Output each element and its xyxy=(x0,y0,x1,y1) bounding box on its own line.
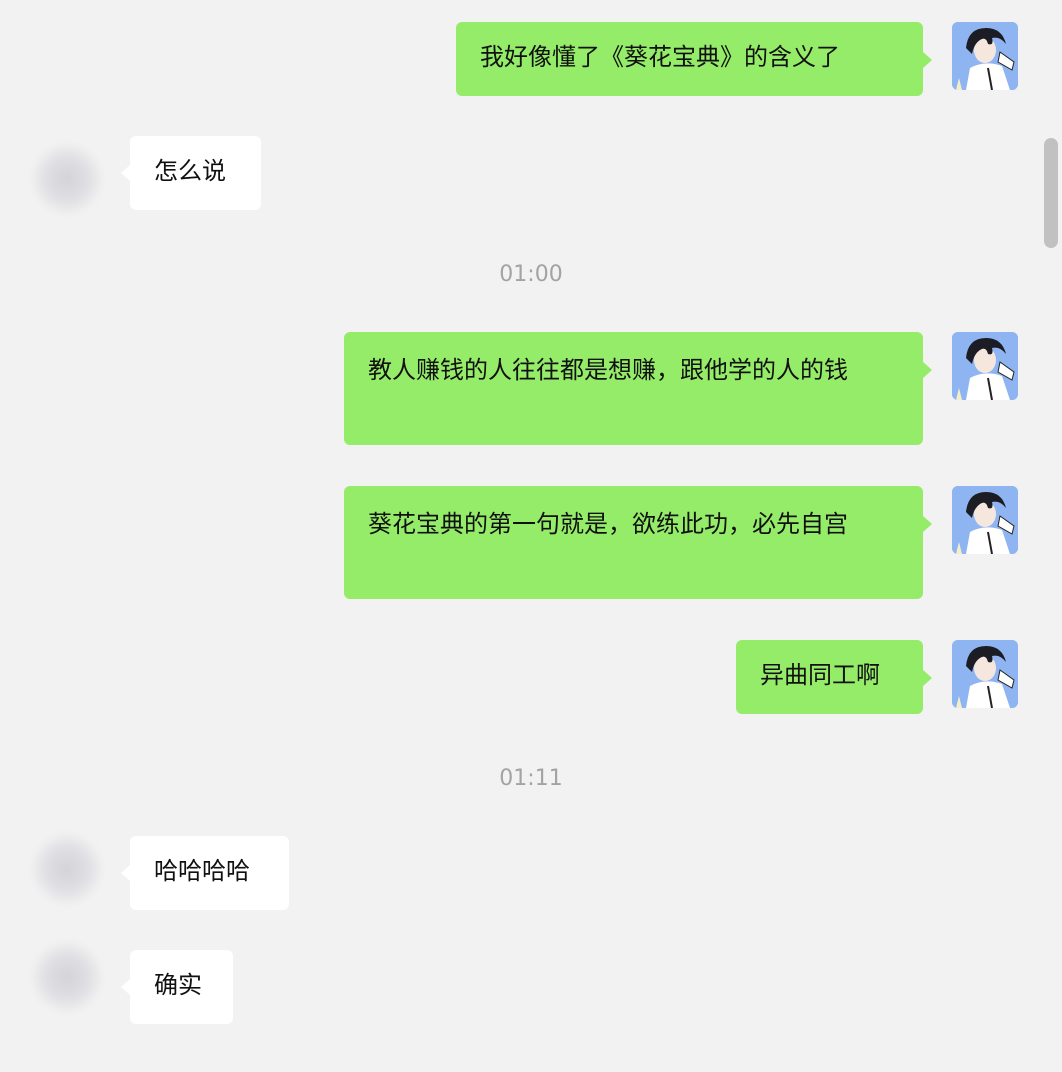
self-avatar[interactable] xyxy=(952,332,1018,400)
anime-boy-avatar-icon xyxy=(952,486,1018,554)
timestamp: 01:11 xyxy=(499,766,563,791)
timestamp: 01:00 xyxy=(499,262,563,287)
contact-avatar[interactable] xyxy=(32,942,102,1012)
vertical-scrollbar[interactable] xyxy=(1044,138,1058,248)
outgoing-message-bubble[interactable]: 教人赚钱的人往往都是想赚，跟他学的人的钱 xyxy=(344,332,932,445)
anime-boy-avatar-icon xyxy=(952,22,1018,90)
self-avatar[interactable] xyxy=(952,22,1018,90)
self-avatar[interactable] xyxy=(952,640,1018,708)
message-text: 教人赚钱的人往往都是想赚，跟他学的人的钱 xyxy=(368,356,848,384)
self-avatar[interactable] xyxy=(952,486,1018,554)
incoming-message-bubble[interactable]: 怎么说 xyxy=(121,136,261,210)
message-text: 我好像懂了《葵花宝典》的含义了 xyxy=(480,43,840,71)
outgoing-message-bubble[interactable]: 葵花宝典的第一句就是，欲练此功，必先自宫 xyxy=(344,486,932,599)
anime-boy-avatar-icon xyxy=(952,640,1018,708)
message-text: 葵花宝典的第一句就是，欲练此功，必先自宫 xyxy=(368,510,848,538)
chat-message-list[interactable]: 我好像懂了《葵花宝典》的含义了 怎么说 01:00 教人赚钱的人往往都是想赚，跟… xyxy=(0,0,1062,1072)
outgoing-message-bubble[interactable]: 异曲同工啊 xyxy=(736,640,932,714)
outgoing-message-bubble[interactable]: 我好像懂了《葵花宝典》的含义了 xyxy=(456,22,932,96)
message-text: 哈哈哈哈 xyxy=(154,857,250,885)
contact-avatar[interactable] xyxy=(32,834,102,904)
message-text: 怎么说 xyxy=(154,157,226,185)
message-text: 异曲同工啊 xyxy=(760,661,880,689)
contact-avatar[interactable] xyxy=(32,144,102,214)
incoming-message-bubble[interactable]: 确实 xyxy=(121,950,233,1024)
anime-boy-avatar-icon xyxy=(952,332,1018,400)
incoming-message-bubble[interactable]: 哈哈哈哈 xyxy=(121,836,289,910)
message-text: 确实 xyxy=(154,971,202,999)
